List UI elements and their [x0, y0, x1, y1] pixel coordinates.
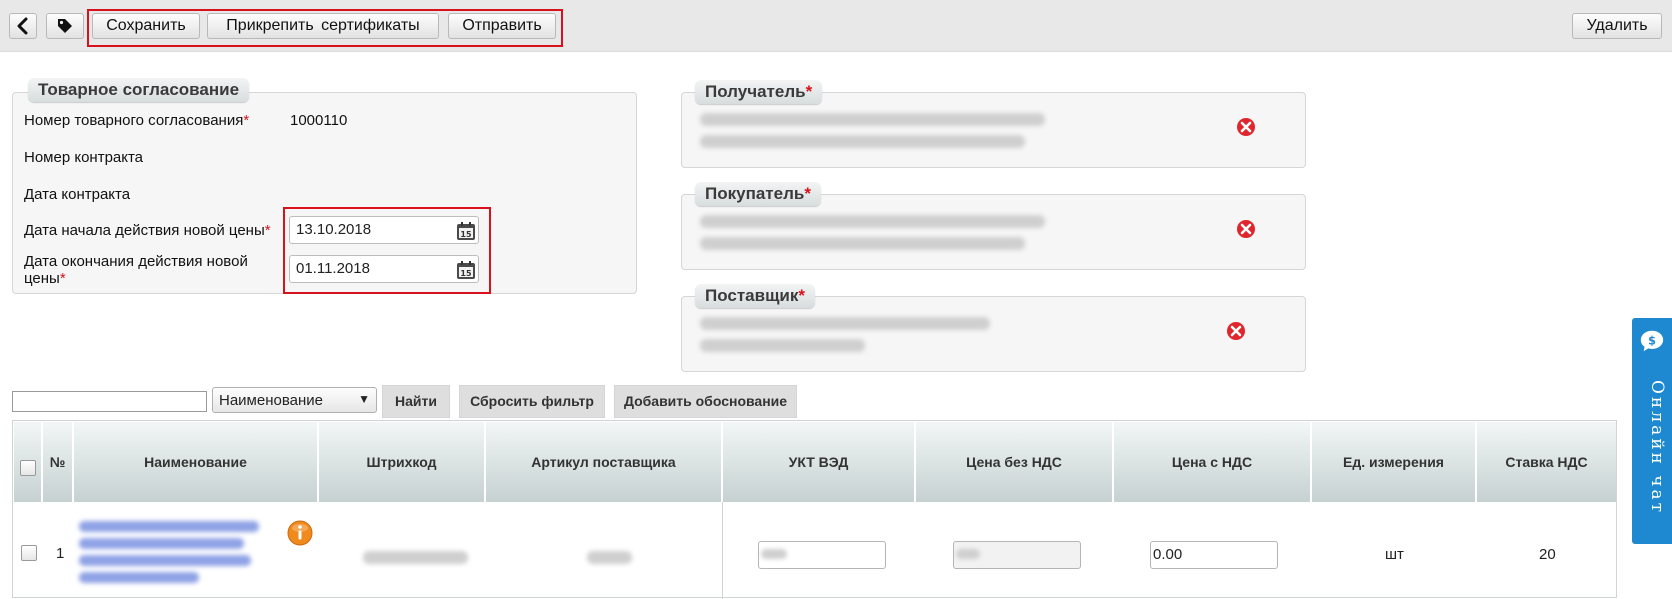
- header-name[interactable]: Наименование: [74, 422, 319, 502]
- select-all-checkbox[interactable]: [20, 460, 36, 476]
- contract-date-label: Дата контракта: [24, 186, 131, 203]
- row-number: 1: [56, 545, 65, 562]
- delete-button[interactable]: Удалить: [1572, 13, 1662, 39]
- close-circle-icon[interactable]: [1236, 219, 1256, 239]
- required-mark: *: [798, 286, 805, 305]
- column-divider: [722, 502, 723, 599]
- header-vat-rate[interactable]: Ставка НДС: [1477, 422, 1616, 502]
- supplier-article-value: [587, 551, 632, 564]
- dropdown-arrow-icon: ▼: [358, 392, 370, 406]
- chat-bubble-icon: $: [1640, 330, 1664, 352]
- unit-value: шт: [1385, 546, 1404, 563]
- back-button[interactable]: [9, 13, 37, 39]
- find-button[interactable]: Найти: [382, 385, 450, 418]
- close-circle-icon[interactable]: [1226, 321, 1246, 341]
- header-supplier-article[interactable]: Артикул поставщика: [486, 422, 723, 502]
- product-name-link[interactable]: [79, 517, 264, 597]
- required-mark: *: [804, 184, 811, 203]
- agreement-number-value: 1000110: [290, 112, 348, 129]
- price-start-label-text: Дата начала действия новой цены: [24, 222, 265, 239]
- buyer-title-text: Покупатель: [705, 184, 805, 203]
- tag-button[interactable]: [46, 13, 84, 39]
- buyer-address-line: [700, 237, 1025, 250]
- supplier-title-text: Поставщик: [705, 286, 799, 305]
- header-price-with-vat[interactable]: Цена с НДС: [1114, 422, 1312, 502]
- search-input[interactable]: [12, 391, 207, 412]
- price-no-vat-input[interactable]: [953, 541, 1081, 569]
- calendar-icon[interactable]: 15: [456, 260, 476, 280]
- recipient-details-line: [700, 113, 1045, 126]
- buyer-title: Покупатель*: [695, 182, 821, 206]
- send-button[interactable]: Отправить: [448, 13, 556, 39]
- buyer-details-line: [700, 215, 1045, 228]
- agreement-number-label-text: Номер товарного согласования: [24, 112, 244, 129]
- header-barcode[interactable]: Штрихкод: [319, 422, 486, 502]
- row-checkbox[interactable]: [21, 545, 37, 561]
- barcode-value: [363, 551, 468, 564]
- header-number[interactable]: №: [43, 422, 74, 502]
- agreement-number-label: Номер товарного согласования*: [24, 112, 249, 129]
- price-with-vat-input[interactable]: 0.00: [1150, 541, 1278, 569]
- info-icon[interactable]: [286, 519, 314, 547]
- header-select-all-cell: [14, 422, 43, 502]
- svg-text:$: $: [1648, 334, 1656, 347]
- vat-rate-value: 20: [1539, 546, 1556, 563]
- header-unit[interactable]: Ед. измерения: [1312, 422, 1477, 502]
- price-start-label: Дата начала действия новой цены*: [24, 222, 271, 239]
- search-field-selected: Наименование: [219, 392, 323, 409]
- price-end-label: Дата окончания действия новой цены*: [24, 253, 274, 287]
- contract-number-label: Номер контракта: [24, 149, 144, 166]
- required-mark: *: [243, 112, 250, 129]
- price-start-date-input[interactable]: 13.10.2018: [289, 216, 479, 244]
- supplier-address-line: [700, 339, 865, 352]
- online-chat-label[interactable]: Онлайн чат: [1647, 380, 1667, 515]
- supplier-title: Поставщик*: [695, 284, 815, 308]
- ukt-ved-input[interactable]: [758, 541, 886, 569]
- chevron-left-icon: [17, 17, 28, 35]
- add-reason-button[interactable]: Добавить обоснование: [614, 385, 797, 418]
- svg-text:15: 15: [460, 230, 472, 239]
- attach-certificates-button[interactable]: Прикрепить сертификаты: [207, 13, 439, 39]
- supplier-details-line: [700, 317, 990, 330]
- header-ukt-ved[interactable]: УКТ ВЭД: [723, 422, 916, 502]
- required-mark: *: [59, 270, 66, 287]
- required-mark: *: [805, 82, 813, 101]
- price-end-date-input[interactable]: 01.11.2018: [289, 255, 479, 283]
- calendar-icon[interactable]: 15: [456, 221, 476, 241]
- products-table: № Наименование Штрихкод Артикул поставщи…: [12, 420, 1617, 599]
- recipient-address-line: [700, 135, 1025, 148]
- recipient-title: Получатель*: [695, 80, 823, 104]
- close-circle-icon[interactable]: [1236, 117, 1256, 137]
- reset-filter-button[interactable]: Сбросить фильтр: [459, 385, 605, 418]
- search-field-select[interactable]: Наименование ▼: [212, 387, 377, 413]
- save-button[interactable]: Сохранить: [92, 13, 200, 39]
- required-mark: *: [264, 222, 271, 239]
- tag-icon: [58, 19, 72, 33]
- price-end-label-text: Дата окончания действия новой цены: [24, 253, 248, 287]
- recipient-title-text: Получатель: [705, 82, 806, 101]
- header-price-no-vat[interactable]: Цена без НДС: [916, 422, 1114, 502]
- agreement-title: Товарное согласование: [28, 78, 250, 102]
- svg-text:15: 15: [460, 269, 472, 278]
